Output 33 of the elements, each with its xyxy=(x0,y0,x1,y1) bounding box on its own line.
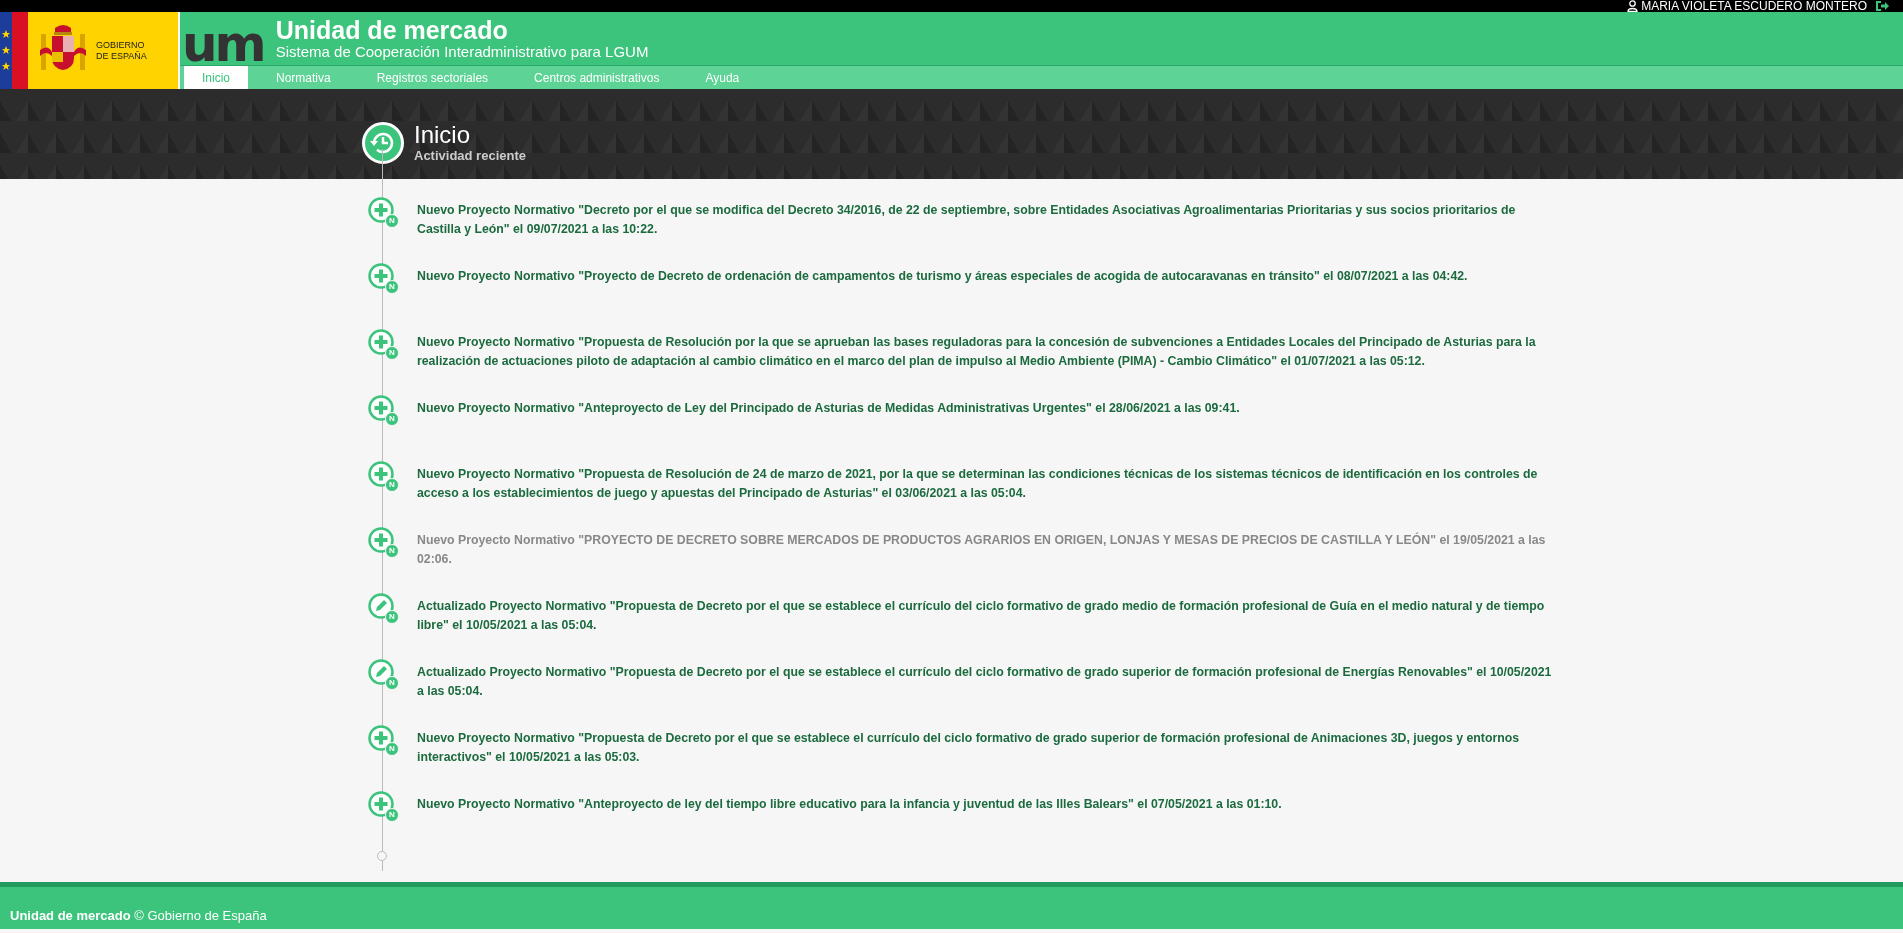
status-badge: N xyxy=(385,610,399,624)
activity-text[interactable]: Actualizado Proyecto Normativo "Propuesta de Decreto por el que se establece el currículo del ciclo formativo de grado superior de formación profesional de Energías Renovables" el 10/05/2021 a las 05:04. xyxy=(417,663,1558,701)
status-badge: N xyxy=(385,676,399,690)
activity-text[interactable]: Nuevo Proyecto Normativo "Propuesta de Resolución por la que se aprueban las bases reguladoras para la concesión de subvenciones a Entidades Locales del Principado de Asturias para la realización de actuaciones piloto de adaptación al cambio climático en el marco del plan de impulso al Medio Ambiente (PIMA) - Cambio Climático" el 01/07/2021 a las 05:12. xyxy=(417,333,1558,371)
status-badge: N xyxy=(385,544,399,558)
activity-text[interactable]: Nuevo Proyecto Normativo "PROYECTO DE DECRETO SOBRE MERCADOS DE PRODUCTOS AGRARIOS EN ORIGEN, LONJAS Y MESAS DE PRECIOS DE CASTILLA Y LEÓN" el 19/05/2021 a las 02:06. xyxy=(417,531,1558,569)
timeline-end-icon xyxy=(377,851,387,861)
logo: um xyxy=(181,21,264,66)
page-subtitle: Actividad reciente xyxy=(414,148,526,163)
status-badge: N xyxy=(385,346,399,360)
activity-text[interactable]: Nuevo Proyecto Normativo "Anteproyecto de ley del tiempo libre educativo para la infancia y juventud de las Illes Balears" el 07/05/2021 a las 01:10. xyxy=(417,795,1282,814)
status-badge: N xyxy=(385,478,399,492)
status-badge: N xyxy=(385,280,399,294)
status-badge: N xyxy=(385,808,399,822)
activity-text[interactable]: Actualizado Proyecto Normativo "Propuesta de Decreto por el que se establece el currículo del ciclo formativo de grado medio de formación profesional de Guía en el medio natural y de tiempo libre" el 10/05/2021 a las 05:04. xyxy=(417,597,1558,635)
user-icon xyxy=(1627,0,1639,12)
logout-icon[interactable] xyxy=(1875,0,1889,12)
activity-text[interactable]: Nuevo Proyecto Normativo "Propuesta de Resolución de 24 de marzo de 2021, por la que se determinan las condiciones técnicas de los sistemas técnicos de identificación en los controles de acceso a los establecimientos de juego y apuestas del Principado de Asturias" el 03/06/2021 a las 05:04. xyxy=(417,465,1558,503)
footer-text: Unidad de mercado © Gobierno de España xyxy=(10,908,267,923)
government-label: GOBIERNO xyxy=(96,39,146,51)
page-title: Inicio xyxy=(414,122,472,148)
site-subtitle: Sistema de Cooperación Interadministrativo para LGUM xyxy=(275,42,649,61)
user-name[interactable]: MARIA VIOLETA ESCUDERO MONTERO xyxy=(1641,0,1867,12)
activity-text[interactable]: Nuevo Proyecto Normativo "Decreto por el que se modifica del Decreto 34/2016, de 22 de septiembre, sobre Entidades Asociativas Agroalimentarias Prioritarias y sus socios prioritarios de Castilla y León" el 09/07/2021 a las 10:22. xyxy=(417,201,1558,239)
government-label: DE ESPAÑA xyxy=(96,50,147,62)
activity-text[interactable]: Nuevo Proyecto Normativo "Anteproyecto de Ley del Principado de Asturias de Medidas Administrativas Urgentes" el 28/06/2021 a las 09:41. xyxy=(417,399,1240,418)
status-badge: N xyxy=(385,214,399,228)
history-icon xyxy=(362,122,404,164)
site-title: Unidad de mercado xyxy=(275,16,509,43)
status-badge: N xyxy=(385,742,399,756)
status-badge: N xyxy=(385,412,399,426)
activity-text[interactable]: Nuevo Proyecto Normativo "Proyecto de Decreto de ordenación de campamentos de turismo y áreas especiales de acogida de autocaravanas en tránsito" el 08/07/2021 a las 04:42. xyxy=(417,267,1468,286)
activity-text[interactable]: Nuevo Proyecto Normativo "Propuesta de Decreto por el que se establece el currículo del ciclo formativo de grado superior de formación profesional de Animaciones 3D, juegos y entornos interactivos" el 10/05/2021 a las 05:03. xyxy=(417,729,1558,767)
